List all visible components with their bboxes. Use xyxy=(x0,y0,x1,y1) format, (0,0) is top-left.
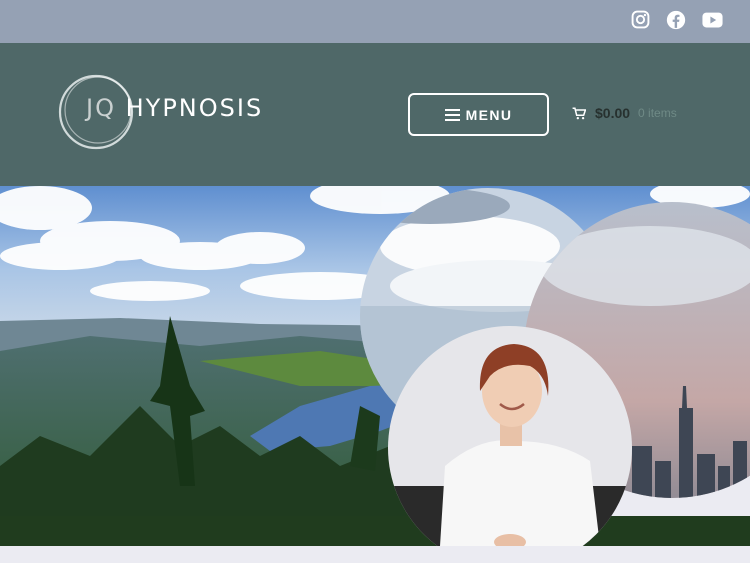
logo-part-hypnosis: HYPNOSIS xyxy=(125,94,264,122)
hamburger-icon xyxy=(444,106,460,124)
menu-label: MENU xyxy=(465,106,513,123)
logo-part-jq: JQ xyxy=(86,94,116,122)
cart-item-count: 0 items xyxy=(638,106,677,120)
site-logo[interactable]: JQ HYPNOSIS xyxy=(56,70,266,154)
hero-landscape-image xyxy=(0,186,750,546)
site-header: JQ HYPNOSIS MENU $0.00 0 items xyxy=(0,43,750,186)
page-bottom-strip xyxy=(0,546,750,563)
youtube-icon[interactable] xyxy=(702,12,723,33)
top-bar xyxy=(0,0,750,43)
menu-button[interactable]: MENU xyxy=(408,93,549,136)
cart-link[interactable]: $0.00 0 items xyxy=(572,103,677,123)
logo-wordmark: JQ HYPNOSIS xyxy=(86,88,263,128)
hero-banner xyxy=(0,186,750,546)
facebook-icon[interactable] xyxy=(666,10,686,35)
cart-icon xyxy=(572,106,586,119)
cart-amount: $0.00 xyxy=(595,105,631,121)
instagram-icon[interactable] xyxy=(631,10,650,34)
